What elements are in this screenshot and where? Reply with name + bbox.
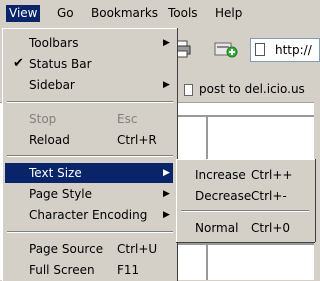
menu-item-full-screen-shortcut: F11 [117,263,140,277]
submenu-item-normal[interactable]: Normal Ctrl+0 [179,218,311,238]
menu-item-stop-label: Stop [29,112,57,126]
menu-item-reload[interactable]: Reload Ctrl+R [5,130,173,150]
menu-item-sidebar-label: Sidebar [29,78,75,92]
menu-separator [7,155,173,157]
menu-go-label: Go [57,6,74,20]
menu-item-page-source-label: Page Source [29,242,104,256]
grid-line [206,115,208,159]
menu-item-full-screen-label: Full Screen [29,263,95,277]
submenu-item-increase-label: Increase [195,168,246,182]
url-field[interactable]: http:// [250,38,320,62]
menu-item-toolbars-label: Toolbars [29,36,79,50]
menu-tools-label: Tools [168,6,198,20]
menu-separator [7,231,173,233]
submenu-arrow-icon: ▶ [163,189,170,199]
submenu-item-increase[interactable]: Increase Ctrl++ [179,165,311,185]
menu-item-character-encoding[interactable]: Character Encoding ▶ [5,205,173,225]
menu-item-sidebar[interactable]: Sidebar ▶ [5,75,173,95]
menu-item-text-size-label: Text Size [29,166,82,180]
url-text: http:// [275,43,312,57]
view-menu: Toolbars ▶ ✔ Status Bar Sidebar ▶ Stop E… [2,28,177,281]
grid-line [206,243,208,280]
bookmark-page-icon [184,83,193,96]
menu-item-text-size[interactable]: Text Size ▶ [5,163,173,183]
menu-item-page-style[interactable]: Page Style ▶ [5,184,173,204]
submenu-arrow-icon: ▶ [163,80,170,90]
menu-item-character-encoding-label: Character Encoding [29,208,148,222]
menu-item-stop-shortcut: Esc [117,112,138,126]
add-bookmark-icon[interactable] [214,40,238,58]
submenu-arrow-icon: ▶ [163,210,170,220]
menu-item-reload-label: Reload [29,133,70,147]
menu-item-reload-shortcut: Ctrl+R [117,133,157,147]
submenu-item-normal-label: Normal [195,221,239,235]
menu-help[interactable]: Help [212,5,245,22]
submenu-arrow-icon: ▶ [163,168,170,178]
menu-item-full-screen[interactable]: Full Screen F11 [5,260,173,280]
bookmark-label: post to del.icio.us [199,82,305,96]
menu-item-status-bar-label: Status Bar [29,57,92,71]
submenu-item-decrease[interactable]: Decrease Ctrl+- [179,186,311,206]
menu-bookmarks[interactable]: Bookmarks [88,5,161,22]
menu-item-page-source-shortcut: Ctrl+U [117,242,158,256]
menu-view-label: View [9,6,38,20]
submenu-arrow-icon: ▶ [163,38,170,48]
menu-go[interactable]: Go [54,5,77,22]
menu-item-stop[interactable]: Stop Esc [5,109,173,129]
submenu-item-decrease-label: Decrease [195,189,252,203]
menu-item-page-source[interactable]: Page Source Ctrl+U [5,239,173,259]
menu-item-page-style-label: Page Style [29,187,93,201]
menu-tools[interactable]: Tools [165,5,201,22]
grid-line [176,243,314,245]
submenu-item-increase-shortcut: Ctrl++ [251,168,293,182]
submenu-item-decrease-shortcut: Ctrl+- [251,189,287,203]
text-size-submenu: Increase Ctrl++ Decrease Ctrl+- Normal C… [176,159,315,242]
menu-bookmarks-label: Bookmarks [91,6,159,20]
menu-separator [7,101,173,103]
menu-view[interactable]: View [6,5,41,22]
menu-item-status-bar[interactable]: ✔ Status Bar [5,54,173,74]
menu-separator [181,210,309,212]
menu-item-toolbars[interactable]: Toolbars ▶ [5,33,173,53]
submenu-item-normal-shortcut: Ctrl+0 [251,221,291,235]
page-icon [255,43,265,56]
bookmark-post-to-delicious[interactable]: post to del.icio.us [180,78,305,100]
grid-line [176,115,314,117]
menu-bar: View Go Bookmarks Tools Help [0,0,314,29]
checkmark-icon: ✔ [13,56,24,71]
menu-help-label: Help [215,6,243,20]
